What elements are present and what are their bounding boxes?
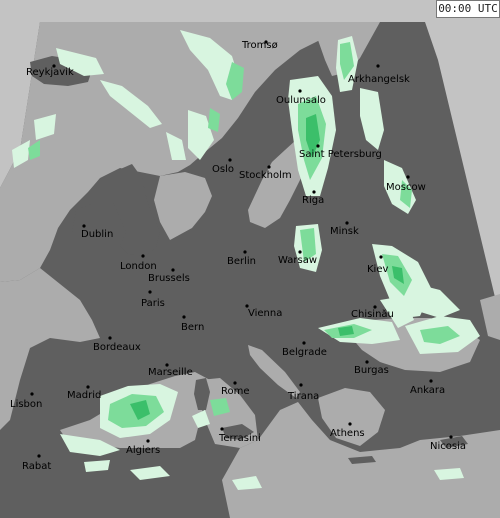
city-label-reykjavik: Reykjavik — [26, 67, 74, 78]
city-label-arkhangelsk: Arkhangelsk — [348, 74, 410, 85]
city-label-ankara: Ankara — [410, 385, 446, 396]
city-label-marseille: Marseille — [148, 367, 193, 378]
city-label-minsk: Minsk — [330, 226, 359, 237]
city-label-berlin: Berlin — [227, 256, 257, 267]
city-label-tirana: Tirana — [288, 391, 320, 402]
city-label-saint-petersburg: Saint Petersburg — [299, 149, 382, 160]
city-label-moscow: Moscow — [386, 182, 426, 193]
city-label-vienna: Vienna — [248, 308, 283, 319]
city-label-dublin: Dublin — [81, 229, 114, 240]
timestamp-label: 00:00 UTC — [436, 0, 500, 18]
city-label-rabat: Rabat — [22, 461, 52, 472]
city-label-riga: Riga — [302, 195, 325, 206]
city-label-madrid: Madrid — [67, 390, 102, 401]
city-label-brussels: Brussels — [148, 273, 190, 284]
city-label-lisbon: Lisbon — [10, 399, 43, 410]
city-label-stockholm: Stockholm — [239, 170, 292, 181]
city-label-rome: Rome — [221, 386, 250, 397]
city-label-chisinau: Chisinău — [351, 309, 394, 320]
city-label-bordeaux: Bordeaux — [93, 342, 141, 353]
city-label-warsaw: Warsaw — [278, 255, 318, 266]
city-label-terrasini: Terrasini — [219, 433, 261, 444]
city-label-oslo: Oslo — [212, 164, 234, 175]
city-label-kiev: Kiev — [367, 264, 389, 275]
city-label-burgas: Burgas — [354, 365, 389, 376]
city-label-tromso: Tromsø — [242, 40, 278, 51]
city-label-athens: Athens — [330, 428, 365, 439]
radar-map: Tromsø Reykjavik Arkhangelsk Oulunsalo O… — [0, 0, 500, 518]
city-label-paris: Paris — [141, 298, 165, 309]
city-label-bern: Bern — [181, 322, 205, 333]
city-label-algiers: Algiers — [126, 445, 161, 456]
city-label-oulunsalo: Oulunsalo — [276, 95, 326, 106]
city-label-belgrade: Belgrade — [282, 347, 327, 358]
city-label-nicosia: Nicosia — [430, 441, 466, 452]
city-label-london: London — [120, 261, 157, 272]
